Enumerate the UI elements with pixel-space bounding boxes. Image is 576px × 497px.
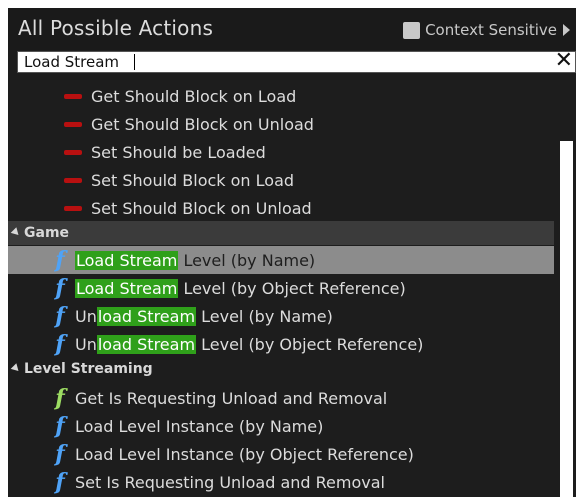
collapse-triangle-icon[interactable] bbox=[10, 226, 22, 238]
list-item[interactable]: Set Should be Loaded bbox=[8, 138, 554, 166]
list-item-label: Get Should Block on Unload bbox=[91, 114, 314, 134]
context-sensitive-label: Context Sensitive bbox=[425, 21, 557, 39]
red-node-icon bbox=[64, 93, 82, 99]
list-item-label: Unload Stream Level (by Name) bbox=[75, 306, 333, 326]
search-input[interactable] bbox=[24, 52, 544, 72]
function-icon: f bbox=[55, 413, 65, 439]
red-node-icon bbox=[64, 121, 82, 127]
menu-title: All Possible Actions bbox=[18, 16, 214, 40]
category-label: Level Streaming bbox=[24, 361, 153, 377]
search-box[interactable]: ✕ bbox=[17, 49, 576, 73]
list-item[interactable]: f Get Is Requesting Unload and Removal bbox=[8, 384, 554, 412]
function-icon: f bbox=[55, 469, 65, 495]
function-icon: f bbox=[55, 441, 65, 467]
list-item[interactable]: f Set Is Requesting Unload and Removal bbox=[8, 468, 554, 496]
context-sensitive-toggle[interactable]: Context Sensitive bbox=[403, 21, 570, 39]
list-item-label: Load Level Instance (by Object Reference… bbox=[75, 444, 414, 464]
menu-header: All Possible Actions Context Sensitive bbox=[8, 8, 576, 50]
function-icon: f bbox=[55, 303, 65, 329]
list-item[interactable]: Get Should Block on Load bbox=[8, 82, 554, 110]
list-item[interactable]: f Unload Stream Level (by Object Referen… bbox=[8, 330, 554, 358]
list-item-selected[interactable]: f Load Stream Level (by Name) bbox=[8, 246, 554, 274]
function-icon: f bbox=[55, 275, 65, 301]
list-item-label: Load Stream Level (by Object Reference) bbox=[75, 278, 406, 298]
category-label: Game bbox=[24, 225, 70, 241]
action-menu-panel: All Possible Actions Context Sensitive ✕… bbox=[8, 8, 576, 497]
list-item-label: Set Should be Loaded bbox=[91, 142, 266, 162]
list-item-label: Load Stream Level (by Name) bbox=[75, 250, 316, 270]
list-item-label: Get Should Block on Load bbox=[91, 86, 297, 106]
search-match-highlight: load Stream bbox=[96, 306, 197, 326]
list-item[interactable]: Set Should Block on Load bbox=[8, 166, 554, 194]
list-item[interactable]: f Unload Stream Level (by Name) bbox=[8, 302, 554, 330]
list-item[interactable]: f Load Level Instance (by Name) bbox=[8, 412, 554, 440]
list-item-label: Get Is Requesting Unload and Removal bbox=[75, 388, 388, 408]
context-sensitive-checkbox[interactable] bbox=[403, 21, 421, 39]
pure-function-icon: f bbox=[55, 385, 65, 411]
expand-arrow-icon[interactable] bbox=[563, 24, 570, 36]
action-list: Get Should Block on Load Get Should Bloc… bbox=[8, 79, 576, 497]
scrollbar-thumb[interactable] bbox=[560, 141, 573, 497]
list-item[interactable]: Get Should Block on Unload bbox=[8, 110, 554, 138]
function-icon: f bbox=[55, 331, 65, 357]
red-node-icon bbox=[64, 177, 82, 183]
function-icon: f bbox=[55, 247, 65, 273]
list-item[interactable]: f Load Stream Level (by Object Reference… bbox=[8, 274, 554, 302]
clear-search-icon[interactable]: ✕ bbox=[555, 49, 573, 73]
list-item-label: Load Level Instance (by Name) bbox=[75, 416, 324, 436]
list-item-label: Set Should Block on Load bbox=[91, 170, 295, 190]
text-caret bbox=[134, 54, 135, 70]
red-node-icon bbox=[64, 149, 82, 155]
list-item-label: Unload Stream Level (by Object Reference… bbox=[75, 334, 424, 354]
category-game[interactable]: Game bbox=[8, 221, 554, 245]
list-item[interactable]: f Load Level Instance (by Object Referen… bbox=[8, 440, 554, 468]
search-match-highlight: load Stream bbox=[96, 334, 197, 354]
search-match-highlight: Load Stream bbox=[75, 278, 179, 298]
collapse-triangle-icon[interactable] bbox=[10, 362, 22, 374]
red-node-icon bbox=[64, 205, 82, 211]
search-match-highlight: Load Stream bbox=[75, 250, 179, 270]
scrollbar[interactable] bbox=[557, 79, 576, 497]
category-level-streaming[interactable]: Level Streaming bbox=[8, 357, 554, 381]
list-item-label: Set Is Requesting Unload and Removal bbox=[75, 472, 385, 492]
list-item-label: Set Should Block on Unload bbox=[91, 198, 312, 218]
list-item[interactable]: Set Should Block on Unload bbox=[8, 194, 554, 222]
